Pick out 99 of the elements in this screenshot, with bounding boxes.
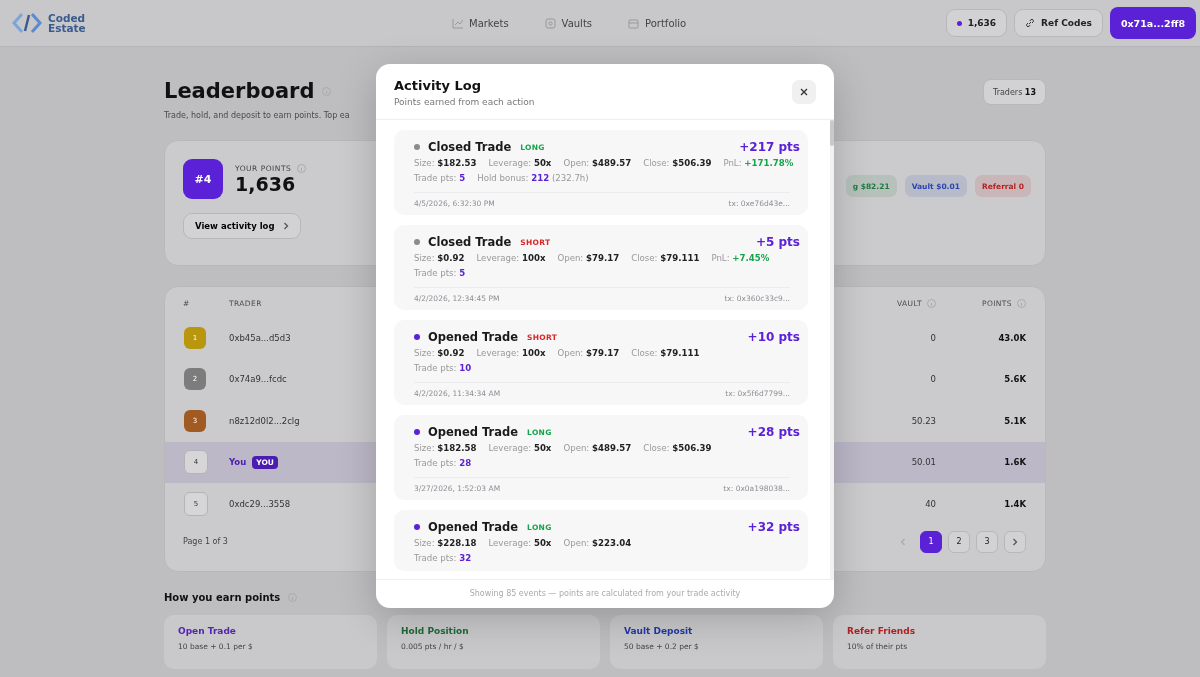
chevron-left-icon: [900, 537, 906, 546]
detail-text: Close: $506.39: [643, 442, 712, 455]
trader-name: 0x74a9...fcdc: [229, 374, 287, 385]
points-text: +5 pts: [755, 235, 800, 249]
status-dot: [414, 334, 420, 340]
detail-text: PnL: +171.78%: [723, 157, 794, 170]
status-dot: [414, 429, 420, 435]
detail-text: Size: $182.58: [414, 442, 477, 455]
modal-title: Activity Log: [394, 78, 483, 93]
earn-card-title: Refer Friends: [847, 626, 917, 636]
link-icon: [1025, 18, 1036, 28]
trader-name: 0xb45a...d5d3: [229, 332, 291, 343]
points-pill[interactable]: 1,636: [945, 9, 1008, 37]
logo-icon: [12, 12, 42, 34]
event-title: Opened Trade: [428, 330, 519, 344]
event-title: Closed Trade: [428, 235, 512, 249]
detail-text: Close: $79.111: [631, 252, 700, 265]
trader-name: 0xdc29...3558: [229, 498, 291, 509]
wallet-button[interactable]: 0x71a...2ff8: [1109, 7, 1196, 39]
nav-link[interactable]: Vaults: [544, 17, 593, 29]
brand-name: Coded: [48, 13, 86, 23]
detail-text: Open: $79.17: [557, 252, 620, 265]
points-text: +217 pts: [739, 140, 800, 154]
trader-name: n8z12d0l2...2clg: [229, 415, 300, 426]
chevron-right-icon: [282, 222, 289, 230]
event-title: Opened Trade: [428, 425, 519, 439]
points-text: +32 pts: [747, 520, 800, 534]
points-text: +10 pts: [747, 330, 800, 344]
page-subtitle: Trade, hold, and deposit to earn points. Top ea: [164, 111, 351, 120]
trader-name: You: [229, 457, 247, 468]
detail-text: Open: $489.57: [563, 157, 632, 170]
table-cell-text: 50.01: [910, 457, 936, 468]
chevron-right-icon: [1012, 537, 1018, 546]
detail-text: Size: $0.92: [414, 347, 465, 360]
page-button[interactable]: 3: [976, 530, 998, 553]
detail-text: Leverage: 100x: [476, 252, 546, 265]
brand-name: Estate: [48, 23, 86, 33]
info-icon: [927, 298, 936, 308]
table-cell-text: 5.6K: [1003, 374, 1026, 385]
table-cell-text: 5.1K: [1003, 415, 1026, 426]
page-title: Leaderboard: [164, 79, 315, 103]
status-dot: [414, 144, 420, 150]
page-button[interactable]: 1: [920, 530, 942, 553]
status-dot: [414, 524, 420, 530]
detail-text: Trade pts: 28: [414, 457, 472, 470]
table-cell-text: 1.6K: [1003, 457, 1026, 468]
detail-text: Trade pts: 5: [414, 267, 466, 280]
earn-card-title: Vault Deposit: [624, 626, 694, 636]
safe-icon: [544, 17, 556, 29]
ref-codes-button[interactable]: Ref Codes: [1014, 9, 1103, 37]
event-title: Closed Trade: [428, 140, 512, 154]
status-dot: [956, 20, 962, 26]
table-cell-text: 0: [929, 374, 936, 385]
detail-text: Trade pts: 32: [414, 552, 472, 565]
page-info: Page 1 of 3: [183, 537, 228, 546]
section-title: How you earn points: [164, 592, 281, 603]
detail-text: Leverage: 100x: [476, 347, 546, 360]
detail-text: Open: $223.04: [563, 537, 632, 550]
page-button[interactable]: 2: [948, 530, 970, 553]
modal-subtitle: Points earned from each action: [394, 97, 535, 107]
table-cell-text: 43.0K: [997, 332, 1026, 343]
close-icon: [800, 88, 808, 96]
activity-log-button[interactable]: View activity log: [183, 213, 301, 239]
close-button[interactable]: [792, 80, 816, 104]
detail-text: Close: $79.111: [631, 347, 700, 360]
earn-card-title: Hold Position: [401, 626, 470, 636]
detail-text: Close: $506.39: [643, 157, 712, 170]
nav-link[interactable]: Portfolio: [628, 17, 687, 29]
rank-badge: #4: [183, 159, 223, 199]
detail-text: Size: $182.53: [414, 157, 477, 170]
detail-text: Leverage: 50x: [488, 537, 552, 550]
chart-icon: [452, 17, 463, 29]
info-icon: [297, 163, 307, 173]
detail-text: Open: $79.17: [557, 347, 620, 360]
points-value: 1,636: [235, 172, 297, 195]
event-title: Opened Trade: [428, 520, 519, 534]
table-cell-text: 1.4K: [1003, 498, 1026, 509]
points-text: +28 pts: [747, 425, 800, 439]
detail-text: Hold bonus: 212 (232.7h): [477, 172, 589, 185]
detail-text: Trade pts: 10: [414, 362, 472, 375]
detail-text: Leverage: 50x: [488, 442, 552, 455]
traders-count[interactable]: Traders 13: [982, 79, 1046, 105]
detail-text: Size: $228.18: [414, 537, 477, 550]
next-page-button[interactable]: [1004, 530, 1026, 553]
detail-text: Open: $489.57: [563, 442, 632, 455]
table-cell-text: 0: [929, 332, 936, 343]
status-dot: [414, 239, 420, 245]
detail-text: Size: $0.92: [414, 252, 465, 265]
scrollbar-thumb[interactable]: [830, 120, 834, 146]
table-cell-text: 40: [924, 498, 936, 509]
briefcase-icon: [628, 17, 640, 29]
info-icon: [1017, 298, 1026, 308]
detail-text: Trade pts: 5: [414, 172, 466, 185]
earn-card-title: Open Trade: [178, 626, 237, 636]
table-cell-text: 50.23: [910, 415, 936, 426]
nav-link[interactable]: Markets: [452, 17, 509, 29]
modal-footer-text: Showing 85 events — points are calculated from your trade activity: [376, 579, 834, 608]
detail-text: PnL: +7.45%: [711, 252, 770, 265]
detail-text: Leverage: 50x: [488, 157, 552, 170]
